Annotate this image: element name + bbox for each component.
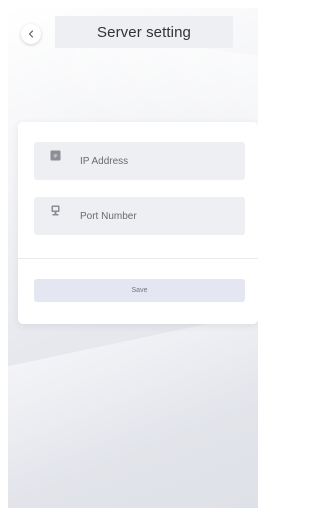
header-bar: Server setting [8, 8, 258, 58]
ip-icon: IP [50, 150, 61, 161]
page-title: Server setting [97, 23, 191, 41]
server-settings-card: IP Save [18, 122, 258, 324]
divider [18, 258, 258, 259]
port-icon [51, 205, 60, 216]
server-setting-screen: Server setting IP Save [8, 8, 258, 508]
background-sheen [8, 302, 258, 508]
save-button[interactable]: Save [34, 279, 245, 302]
ip-address-field[interactable]: IP [34, 142, 245, 180]
svg-text:IP: IP [54, 153, 58, 158]
chevron-left-icon [28, 30, 34, 38]
port-number-input[interactable] [80, 197, 240, 235]
page-title-box: Server setting [55, 16, 233, 48]
port-number-field[interactable] [34, 197, 245, 235]
back-button[interactable] [21, 24, 41, 44]
ip-address-input[interactable] [80, 142, 240, 180]
